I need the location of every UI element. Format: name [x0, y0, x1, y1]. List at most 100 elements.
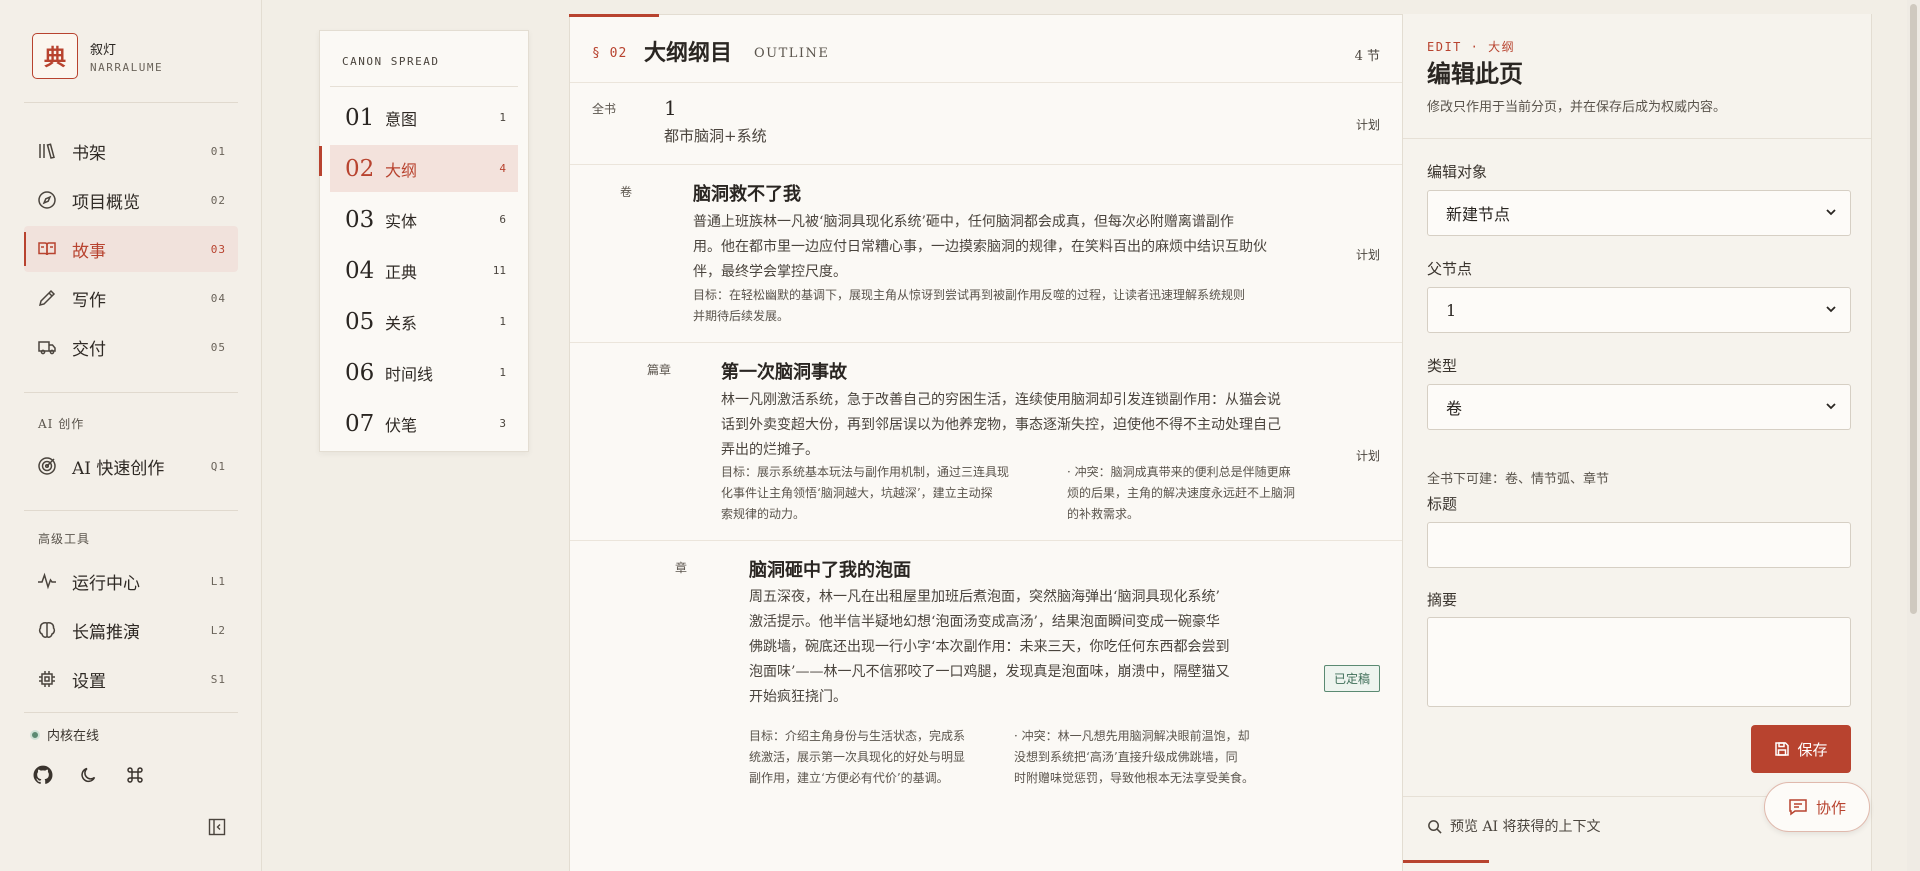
canon-item-intent[interactable]: 01 意图 1 [330, 94, 518, 141]
canon-item-timeline[interactable]: 06 时间线 1 [330, 349, 518, 396]
nav-item-writing[interactable]: 写作 04 [24, 275, 238, 321]
command-icon[interactable] [124, 764, 146, 786]
summary-textarea[interactable] [1427, 617, 1851, 707]
edit-description: 修改只作用于当前分页，并在保存后成为权威内容。 [1427, 100, 1727, 115]
collaborate-button[interactable]: 协作 [1764, 782, 1870, 832]
nav-code: 05 [210, 340, 226, 354]
title-input[interactable] [1427, 522, 1851, 568]
canon-divider [330, 86, 518, 87]
canon-item-relations[interactable]: 05 关系 1 [330, 298, 518, 345]
save-button[interactable]: 保存 [1751, 725, 1851, 773]
github-icon[interactable] [32, 764, 54, 786]
save-icon [1775, 742, 1790, 756]
nav-label: AI 快速创作 [72, 458, 165, 479]
brand-name-en: NARRALUME [90, 60, 164, 74]
sidebar-tools [32, 764, 146, 786]
row-kind: 篇章 [647, 363, 672, 377]
page-scrollbar[interactable] [1907, 0, 1920, 871]
parent-select[interactable]: 1 [1427, 287, 1851, 333]
collaborate-label: 协作 [1815, 798, 1846, 817]
nav-item-run-center[interactable]: 运行中心 L1 [24, 558, 238, 604]
canon-count: 1 [499, 111, 506, 124]
canon-title: CANON SPREAD [342, 55, 440, 68]
canon-name: 正典 [385, 262, 418, 282]
outline-row-book[interactable]: 全书 1 都市脑洞+系统 计划 [570, 83, 1402, 165]
row-conflict: · 冲突：脑洞成真带来的便利总是伴随更麻 烦的后果，主角的解决速度永远赶不上脑洞… [1067, 465, 1296, 521]
status-text: 内核在线 [47, 729, 100, 744]
nav-label: 书架 [72, 143, 106, 164]
row-title: 1 [664, 96, 677, 120]
canon-spread-panel: CANON SPREAD 01 意图 1 02 大纲 4 03 实体 6 04 … [319, 30, 529, 452]
nav-label: 长篇推演 [72, 622, 140, 643]
outline-panel: § 02 大纲纲目 OUTLINE 4 节 全书 1 都市脑洞+系统 计划 卷 … [569, 14, 1403, 871]
sidebar-divider [24, 510, 238, 511]
canon-count: 4 [499, 162, 506, 175]
nav-code: Q1 [210, 459, 226, 473]
type-select-value: 卷 [1446, 399, 1463, 418]
type-label: 类型 [1427, 357, 1458, 375]
collapse-sidebar-icon[interactable] [208, 818, 226, 836]
row-subtitle: 都市脑洞+系统 [664, 127, 767, 145]
nav-code: L1 [210, 574, 226, 588]
row-goal: 目标：介绍主角身份与生活状态，完成系 统激活，展示第一次具现化的好处与明显 副作… [749, 729, 966, 785]
nav-item-bookshelf[interactable]: 书架 01 [24, 128, 238, 174]
target-label: 编辑对象 [1427, 163, 1488, 181]
canon-active-marker [319, 146, 322, 176]
brain-icon [36, 619, 58, 641]
outline-row-chapter[interactable]: 章 脑洞砸中了我的泡面 周五深夜，林一凡在出租屋里加班后煮泡面，突然脑海弹出‘脑… [570, 541, 1402, 791]
section-count: 4 节 [1354, 49, 1380, 64]
row-summary: 林一凡刚激活系统，急于改善自己的穷困生活，连续使用脑洞却引发连锁副作用：从猫会说… [721, 392, 1281, 458]
type-select[interactable]: 卷 [1427, 384, 1851, 430]
edit-panel: EDIT · 大纲 编辑此页 修改只作用于当前分页，并在保存后成为权威内容。 编… [1403, 14, 1872, 871]
target-select[interactable]: 新建节点 [1427, 190, 1851, 236]
canon-num: 06 [345, 359, 375, 386]
truck-icon [36, 336, 58, 358]
canon-num: 07 [345, 410, 375, 437]
nav-code: 04 [210, 291, 226, 305]
nav-code: 02 [210, 193, 226, 207]
chat-icon [1789, 799, 1807, 816]
sidebar: 典 叙灯 NARRALUME 书架 01 项目概览 02 故事 03 写作 04 [0, 0, 262, 871]
nav-label: 故事 [72, 241, 106, 262]
row-kind: 全书 [592, 102, 617, 116]
nav-item-delivery[interactable]: 交付 05 [24, 324, 238, 370]
nav-item-story[interactable]: 故事 03 [24, 226, 238, 272]
preview-context-toggle[interactable]: 预览 AI 将获得的上下文 [1427, 816, 1601, 836]
sidebar-divider [24, 392, 238, 393]
canon-item-entity[interactable]: 03 实体 6 [330, 196, 518, 243]
outline-row-arc[interactable]: 篇章 第一次脑洞事故 林一凡刚激活系统，急于改善自己的穷困生活，连续使用脑洞却引… [570, 343, 1402, 541]
section-title-en: OUTLINE [754, 46, 830, 61]
chevron-down-icon [1826, 306, 1836, 313]
canon-count: 3 [499, 417, 506, 430]
type-hint: 全书下可建：卷、情节弧、章节 [1427, 472, 1610, 487]
open-book-icon [36, 238, 58, 260]
nav-item-project-overview[interactable]: 项目概览 02 [24, 177, 238, 223]
row-title: 脑洞救不了我 [693, 184, 801, 205]
pen-icon [36, 287, 58, 309]
edit-divider [1403, 138, 1871, 139]
nav-item-long-form[interactable]: 长篇推演 L2 [24, 607, 238, 653]
canon-num: 01 [345, 104, 375, 131]
canon-item-canon[interactable]: 04 正典 11 [330, 247, 518, 294]
canon-item-outline[interactable]: 02 大纲 4 [330, 145, 518, 192]
search-icon [1428, 819, 1442, 834]
canon-item-foreshadow[interactable]: 07 伏笔 3 [330, 400, 518, 447]
nav-item-settings[interactable]: 设置 S1 [24, 656, 238, 702]
canon-name: 大纲 [385, 160, 418, 180]
nav-label: 项目概览 [72, 192, 140, 213]
section-title: 大纲纲目 [644, 40, 733, 66]
nav-code: 03 [210, 242, 226, 256]
moon-icon[interactable] [78, 764, 100, 786]
target-select-value: 新建节点 [1446, 205, 1511, 224]
brand[interactable]: 典 叙灯 NARRALUME [32, 33, 163, 79]
nav-item-ai-quick-create[interactable]: AI 快速创作 Q1 [24, 443, 238, 489]
outline-row-volume[interactable]: 卷 脑洞救不了我 普通上班族林一凡被‘脑洞具现化系统’砸中，任何脑洞都会成真，但… [570, 165, 1402, 343]
canon-name: 意图 [385, 109, 418, 129]
status-dot-icon [30, 729, 40, 740]
nav-code: S1 [210, 672, 226, 686]
summary-label: 摘要 [1427, 591, 1458, 609]
canon-count: 11 [492, 264, 506, 277]
bookshelf-icon [36, 140, 58, 162]
row-goal: 目标：在轻松幽默的基调下，展现主角从惊讶到尝试再到被副作用反噬的过程，让读者迅速… [693, 288, 1246, 323]
scrollbar-thumb[interactable] [1910, 4, 1917, 614]
